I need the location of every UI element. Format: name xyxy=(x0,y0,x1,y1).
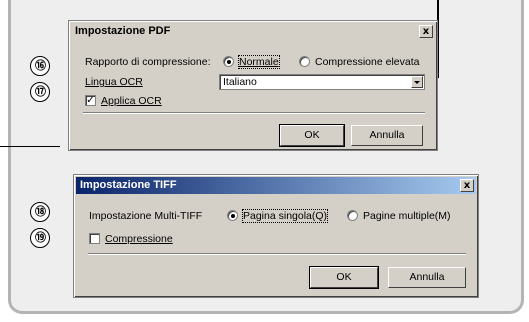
callout-number-19: ⑲ xyxy=(30,228,50,248)
callout-number-16: ⑯ xyxy=(30,56,50,76)
cancel-button[interactable]: Annulla xyxy=(388,267,466,288)
single-page-radio-label[interactable]: Pagina singola(Q) xyxy=(241,209,329,223)
normal-radio-label[interactable]: Normale xyxy=(238,55,280,69)
callout-number-17: ⑰ xyxy=(30,82,50,102)
dialog-title: Impostazione TIFF xyxy=(80,179,177,191)
compression-label[interactable]: Compressione xyxy=(105,233,173,245)
dialog-title: Impostazione PDF xyxy=(75,25,171,37)
multiple-pages-radio-label[interactable]: Pagine multiple(M) xyxy=(363,210,451,222)
high-compression-radio-label[interactable]: Compressione elevata xyxy=(315,56,419,68)
cancel-button[interactable]: Annulla xyxy=(351,125,423,146)
ocr-language-label: Lingua OCR xyxy=(85,76,143,88)
pdf-settings-dialog: Impostazione PDF x Rapporto di compressi… xyxy=(68,20,438,151)
chevron-down-icon[interactable] xyxy=(411,76,423,88)
normal-radio[interactable] xyxy=(223,56,234,67)
compression-ratio-label: Rapporto di compressione: xyxy=(85,56,211,68)
close-button[interactable]: x xyxy=(419,25,433,38)
single-page-radio[interactable] xyxy=(227,210,238,221)
ok-button[interactable]: OK xyxy=(309,266,379,289)
multiple-pages-radio[interactable] xyxy=(347,210,358,221)
ok-button[interactable]: OK xyxy=(279,124,345,147)
callout-number-18: ⑱ xyxy=(30,202,50,222)
callout-line xyxy=(0,146,60,147)
separator xyxy=(88,253,466,255)
compression-checkbox[interactable] xyxy=(89,233,100,244)
separator xyxy=(83,112,425,114)
dialog-titlebar: Impostazione TIFF x xyxy=(76,177,476,194)
ocr-language-value: Italiano xyxy=(223,76,257,88)
high-compression-radio[interactable] xyxy=(299,56,310,67)
multi-tiff-label: Impostazione Multi-TIFF xyxy=(89,210,203,222)
ocr-language-select[interactable]: Italiano xyxy=(219,74,425,90)
apply-ocr-label[interactable]: Applica OCR xyxy=(101,95,162,107)
close-button[interactable]: x xyxy=(460,179,474,192)
dialog-titlebar: Impostazione PDF x xyxy=(71,23,435,40)
tiff-settings-dialog: Impostazione TIFF x Impostazione Multi-T… xyxy=(73,174,479,298)
apply-ocr-checkbox[interactable]: ✓ xyxy=(85,95,96,106)
